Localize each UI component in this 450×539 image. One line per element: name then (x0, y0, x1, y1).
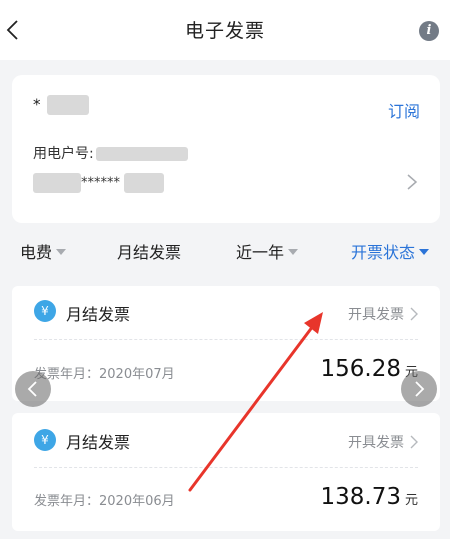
annotation-arrow-icon (188, 312, 323, 492)
